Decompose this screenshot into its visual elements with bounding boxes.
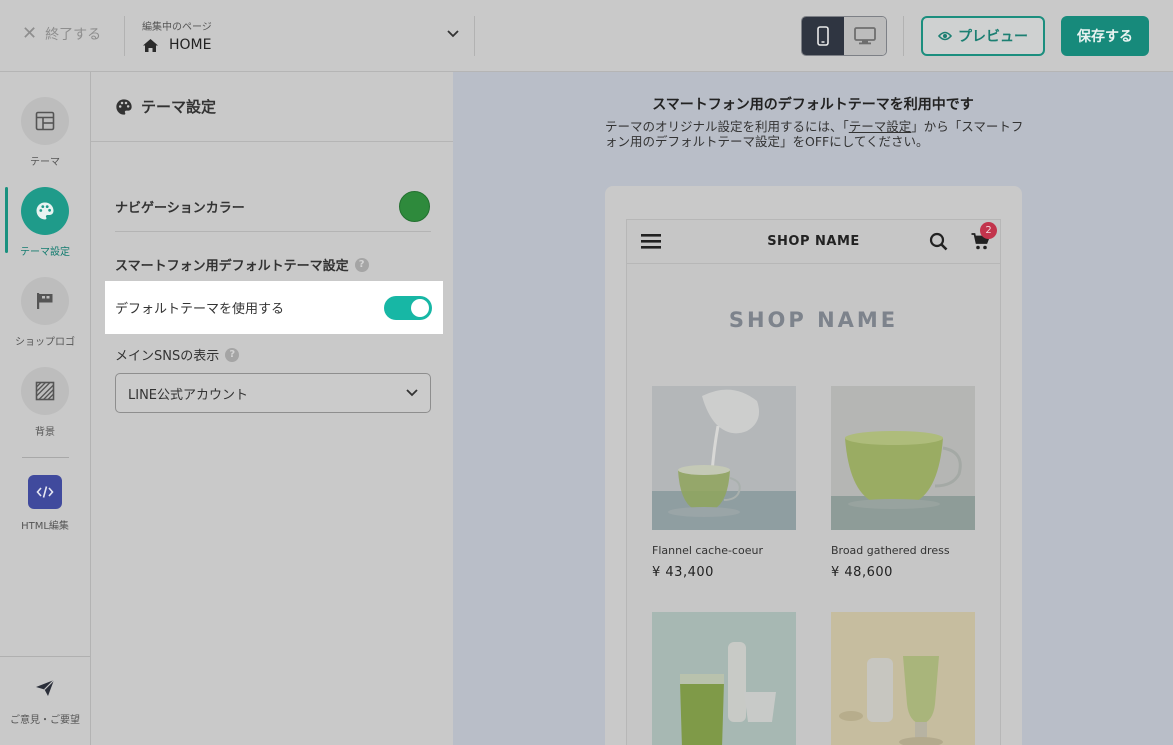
top-bar: ✕ 終了する 編集中のページ HOME プレビュー 保存する <box>0 0 1173 72</box>
home-icon <box>143 38 158 52</box>
notice-text: テーマのオリジナル設定を利用するには、「テーマ設定」から「スマートフォン用のデフ… <box>605 119 1025 149</box>
feedback-label: ご意見・ご要望 <box>10 715 80 726</box>
sns-select[interactable]: LINE公式アカウント <box>115 373 431 413</box>
shop-logo-text: SHOP NAME <box>728 308 899 332</box>
chevron-down-icon <box>406 389 418 397</box>
theme-settings-link[interactable]: テーマ設定 <box>849 119 912 134</box>
smartphone-icon <box>817 26 829 46</box>
rail-label: 背景 <box>35 427 55 438</box>
save-button[interactable]: 保存する <box>1061 16 1149 56</box>
section-title-label: スマートフォン用デフォルトテーマ設定 <box>115 259 349 274</box>
code-icon <box>36 486 54 498</box>
hatch-icon <box>35 381 55 401</box>
divider <box>22 457 69 458</box>
search-icon[interactable] <box>929 232 948 251</box>
panel-header: テーマ設定 <box>91 72 453 142</box>
preview-button[interactable]: プレビュー <box>921 16 1045 56</box>
help-icon[interactable]: ? <box>225 347 240 362</box>
shop-header: SHOP NAME 2 <box>627 220 1000 264</box>
smartphone-view-button[interactable] <box>802 17 844 55</box>
divider <box>903 16 904 56</box>
rail-item-shop-logo[interactable]: ショップロゴ <box>0 277 90 348</box>
device-toggle <box>801 16 887 56</box>
rail-label: ショップロゴ <box>15 337 75 348</box>
exit-label: 終了する <box>45 27 102 43</box>
panel-title: テーマ設定 <box>141 98 217 116</box>
rail-item-theme[interactable]: テーマ <box>0 97 90 168</box>
eye-icon <box>938 31 952 41</box>
rail-label: テーマ <box>30 157 60 168</box>
settings-panel: テーマ設定 ナビゲーションカラー スマートフォン用デフォルトテーマ設定 ? デフ… <box>91 72 453 745</box>
desktop-view-button[interactable] <box>844 17 886 55</box>
product-price: ¥ 48,600 <box>831 565 893 580</box>
desktop-icon <box>854 27 876 45</box>
cart-count-badge: 2 <box>980 222 997 239</box>
navigation-color-swatch[interactable] <box>399 191 430 222</box>
sns-label: メインSNSの表示 ? <box>115 345 240 364</box>
sns-label-text: メインSNSの表示 <box>115 349 220 364</box>
notice-title: スマートフォン用のデフォルトテーマを利用中です <box>652 97 974 113</box>
rail-item-html-edit[interactable]: HTML編集 <box>0 475 90 532</box>
page-name: HOME <box>169 37 212 53</box>
send-icon <box>36 679 55 696</box>
navigation-color-label: ナビゲーションカラー <box>115 201 245 216</box>
palette-icon <box>36 202 54 220</box>
rail-item-background[interactable]: 背景 <box>0 367 90 438</box>
toggle-label: デフォルトテーマを使用する <box>115 302 285 317</box>
palette-icon <box>116 98 132 115</box>
product-name: Flannel cache-coeur <box>652 544 763 557</box>
page-caption: 編集中のページ <box>142 22 212 33</box>
product-image <box>652 612 796 745</box>
preview-label: プレビュー <box>958 29 1028 45</box>
product-price: ¥ 43,400 <box>652 565 714 580</box>
default-theme-toggle-row: デフォルトテーマを使用する <box>105 281 443 334</box>
product-card[interactable] <box>831 612 975 745</box>
product-card[interactable]: Flannel cache-coeur ¥ 43,400 <box>652 386 796 580</box>
rail-label: HTML編集 <box>21 521 69 532</box>
rail-item-theme-settings[interactable]: テーマ設定 <box>0 187 90 258</box>
product-card[interactable]: Broad gathered dress ¥ 48,600 <box>831 386 975 580</box>
sns-select-value: LINE公式アカウント <box>128 387 249 403</box>
preview-screen: SHOP NAME 2 SHOP NAME Flannel cache-coeu… <box>626 219 1001 745</box>
product-image <box>831 386 975 530</box>
flag-icon <box>37 293 53 309</box>
toggle-knob <box>411 298 429 317</box>
icon-rail: テーマ テーマ設定 ショップロゴ 背景 HTML編集 ご意見・ご要望 <box>0 72 91 745</box>
product-image <box>652 386 796 530</box>
help-icon[interactable]: ? <box>354 257 369 272</box>
navigation-color-row: ナビゲーションカラー <box>115 182 431 232</box>
close-icon: ✕ <box>22 23 38 44</box>
product-card[interactable] <box>652 612 796 745</box>
product-image <box>831 612 975 745</box>
section-title: スマートフォン用デフォルトテーマ設定 ? <box>115 255 369 274</box>
exit-button[interactable]: ✕ 終了する <box>22 24 101 44</box>
notice-text-pre: テーマのオリジナル設定を利用するには、「 <box>605 119 849 134</box>
rail-label: テーマ設定 <box>20 247 70 258</box>
default-theme-toggle[interactable] <box>384 295 432 320</box>
product-name: Broad gathered dress <box>831 544 950 557</box>
feedback-button[interactable]: ご意見・ご要望 <box>0 656 90 745</box>
phone-preview: SHOP NAME 2 SHOP NAME Flannel cache-coeu… <box>605 186 1022 745</box>
layout-icon <box>35 111 55 131</box>
divider <box>124 16 125 56</box>
chevron-down-icon <box>447 30 459 38</box>
divider <box>474 16 475 56</box>
page-selector[interactable]: 編集中のページ HOME <box>142 18 467 58</box>
